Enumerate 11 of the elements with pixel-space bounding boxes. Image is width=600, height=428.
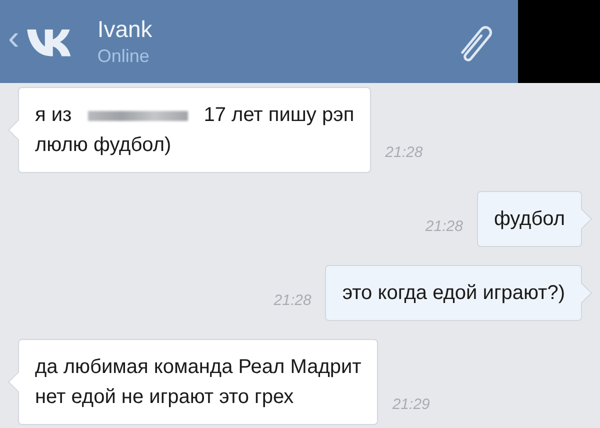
message-time: 21:28 — [385, 144, 423, 163]
back-button[interactable]: ‹ — [6, 19, 22, 64]
message-time: 21:28 — [274, 292, 312, 311]
message-text: да любимая команда Реал Мадрит нет едой не играют это грех — [35, 356, 362, 408]
contact-status: Online — [97, 46, 150, 67]
message-time: 21:29 — [392, 396, 430, 415]
contact-name: Ivank — [97, 16, 154, 43]
message-text: это когда едой играют?) — [342, 282, 565, 304]
message-text: фудбол — [494, 208, 565, 230]
message-time: 21:28 — [425, 218, 463, 237]
message-text: я из 17 лет пишу рэп люлю фудбол) — [35, 104, 354, 156]
